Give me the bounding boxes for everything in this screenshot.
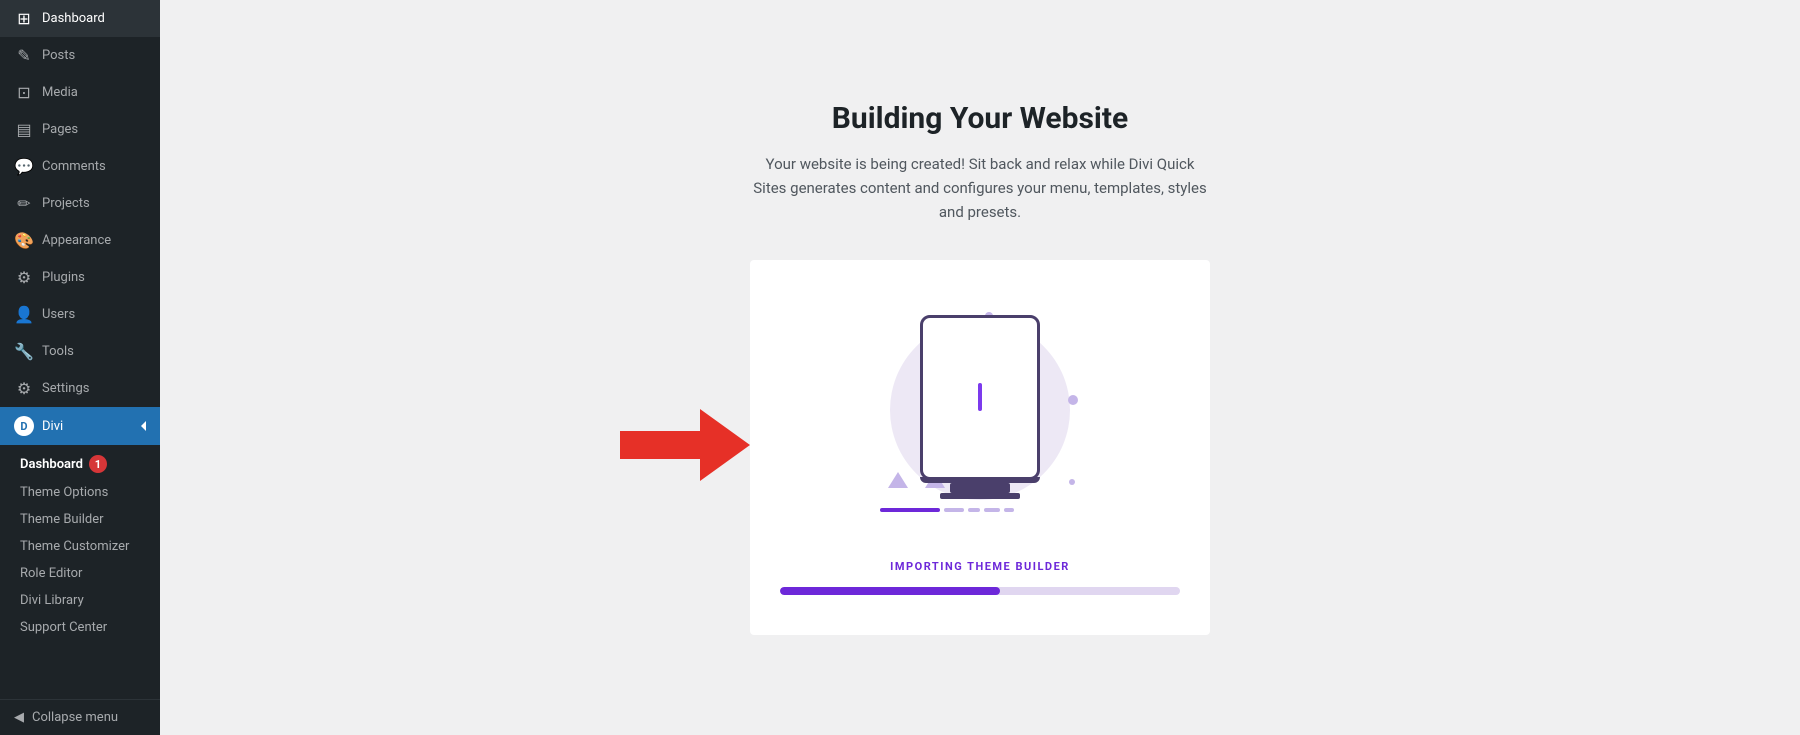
divi-submenu-item-support-center[interactable]: Support Center [0, 614, 160, 641]
collapse-menu-button[interactable]: ◀ Collapse menu [0, 699, 160, 735]
sidebar-item-label: Projects [42, 196, 90, 211]
prog-line-2 [968, 508, 980, 512]
prog-line-1 [944, 508, 964, 512]
device-illustration [920, 315, 1040, 480]
divi-submenu-item-theme-builder[interactable]: Theme Builder [0, 506, 160, 533]
device-stand [950, 483, 1010, 493]
sidebar-item-settings[interactable]: ⚙ Settings [0, 370, 160, 407]
sidebar-item-label: Tools [42, 344, 74, 359]
main-content: Building Your Website Your website is be… [160, 0, 1800, 735]
sidebar-item-tools[interactable]: 🔧 Tools [0, 333, 160, 370]
sidebar-item-plugins[interactable]: ⚙ Plugins [0, 259, 160, 296]
device-base [940, 493, 1020, 499]
sidebar: ⊞ Dashboard ✎ Posts ⊡ Media ▤ Pages 💬 Co… [0, 0, 160, 735]
illustration [870, 300, 1090, 540]
plugins-icon: ⚙ [14, 268, 34, 287]
deco-triangle-left [888, 472, 908, 488]
divi-submenu: Dashboard 1 Theme Options Theme Builder … [0, 445, 160, 645]
progress-bar-fill [780, 587, 1000, 595]
divi-submenu-item-theme-options[interactable]: Theme Options [0, 479, 160, 506]
build-card: IMPORTING THEME BUILDER [750, 260, 1210, 635]
sidebar-item-dashboard[interactable]: ⊞ Dashboard [0, 0, 160, 37]
prog-line-3 [984, 508, 1000, 512]
appearance-icon: 🎨 [14, 231, 34, 250]
collapse-label: Collapse menu [32, 710, 118, 725]
pages-icon: ▤ [14, 120, 34, 139]
sidebar-item-divi[interactable]: D Divi [0, 407, 160, 445]
sidebar-item-label: Plugins [42, 270, 85, 285]
divi-label: Divi [42, 419, 63, 434]
sidebar-item-label: Dashboard [42, 11, 105, 26]
divi-collapse-icon [141, 421, 146, 431]
sidebar-item-label: Settings [42, 381, 89, 396]
divi-dashboard-badge: 1 [89, 455, 107, 473]
divi-logo-icon: D [14, 416, 34, 436]
divi-dashboard-label: Dashboard [20, 457, 83, 472]
divi-submenu-item-dashboard[interactable]: Dashboard 1 [0, 449, 121, 479]
deco-dot-3 [1069, 479, 1075, 485]
divi-submenu-item-divi-library[interactable]: Divi Library [0, 587, 160, 614]
prog-line-filled [880, 508, 940, 512]
sidebar-item-appearance[interactable]: 🎨 Appearance [0, 222, 160, 259]
sidebar-item-label: Pages [42, 122, 78, 137]
collapse-icon: ◀ [14, 710, 24, 725]
divi-submenu-item-theme-customizer[interactable]: Theme Customizer [0, 533, 160, 560]
tools-icon: 🔧 [14, 342, 34, 361]
deco-dot-2 [1068, 395, 1078, 405]
dashboard-icon: ⊞ [14, 9, 34, 28]
settings-icon: ⚙ [14, 379, 34, 398]
page-title: Building Your Website [832, 101, 1128, 136]
sidebar-item-pages[interactable]: ▤ Pages [0, 111, 160, 148]
posts-icon: ✎ [14, 46, 34, 65]
page-subtitle: Your website is being created! Sit back … [750, 152, 1210, 224]
sidebar-item-posts[interactable]: ✎ Posts [0, 37, 160, 74]
sidebar-item-label: Media [42, 85, 78, 100]
arrow-indicator [620, 409, 750, 485]
comments-icon: 💬 [14, 157, 34, 176]
sidebar-item-label: Users [42, 307, 75, 322]
divi-submenu-item-role-editor[interactable]: Role Editor [0, 560, 160, 587]
users-icon: 👤 [14, 305, 34, 324]
prog-line-4 [1004, 508, 1014, 512]
sidebar-item-label: Comments [42, 159, 106, 174]
sidebar-item-label: Posts [42, 48, 75, 63]
sidebar-item-media[interactable]: ⊡ Media [0, 74, 160, 111]
sidebar-item-users[interactable]: 👤 Users [0, 296, 160, 333]
red-arrow-icon [620, 409, 750, 481]
device-cursor [978, 383, 982, 411]
sidebar-item-label: Appearance [42, 233, 111, 248]
media-icon: ⊡ [14, 83, 34, 102]
illustration-progress-lines [880, 508, 1080, 512]
status-label: IMPORTING THEME BUILDER [890, 560, 1070, 573]
sidebar-item-projects[interactable]: ✏ Projects [0, 185, 160, 222]
progress-bar-container [780, 587, 1180, 595]
projects-icon: ✏ [14, 194, 34, 213]
sidebar-item-comments[interactable]: 💬 Comments [0, 148, 160, 185]
